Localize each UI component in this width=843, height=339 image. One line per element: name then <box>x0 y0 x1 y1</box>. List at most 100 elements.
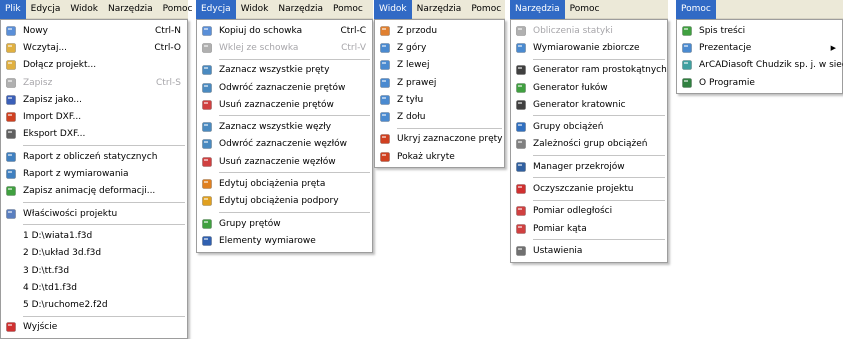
menu-item-label: Kopiuj do schowka <box>219 25 303 36</box>
menu-item-generator-lukow[interactable]: Generator łuków <box>511 79 667 96</box>
menubar-item-edycja[interactable]: Edycja <box>26 0 66 19</box>
menu-item-odwroc-zaznaczenie-pretow[interactable]: Odwróć zaznaczenie prętów <box>197 79 372 96</box>
menu-item-label: Właściwości projektu <box>23 208 118 219</box>
menu-item-eksport-dxf[interactable]: Eksport DXF... <box>1 126 187 143</box>
menu-item-z-tylu[interactable]: Z tyłu <box>375 91 504 108</box>
menubar-item-pomoc[interactable]: Pomoc <box>565 0 605 19</box>
menu-item-label: Zaznacz wszystkie pręty <box>219 65 330 76</box>
bar-load-icon <box>200 178 213 191</box>
menu-item-dolacz-projekt[interactable]: Dołącz projekt... <box>1 57 187 74</box>
menu-item-label: Z dołu <box>397 112 426 123</box>
menu-item-pomiar-odleglosci[interactable]: Pomiar odległości <box>511 203 667 220</box>
menu-item-spis-tresci[interactable]: Spis treści <box>677 22 842 39</box>
menu-item-label: Wklej ze schowka <box>219 42 299 53</box>
menu-item-label: Z lewej <box>397 60 430 71</box>
menubar-item-narzedzia[interactable]: Narzędzia <box>273 0 328 19</box>
menu-item-zaznacz-wszystkie-prety[interactable]: Zaznacz wszystkie pręty <box>197 62 372 79</box>
menu-item-usun-zaznaczenie-pretow[interactable]: Usuń zaznaczenie prętów <box>197 96 372 113</box>
save-icon <box>4 76 17 89</box>
menubar-item-pomoc[interactable]: Pomoc <box>676 0 716 19</box>
menu-item-label: Raport z wymiarowania <box>23 169 129 180</box>
menubar-item-pomoc[interactable]: Pomoc <box>328 0 368 19</box>
recent-file-4-d-td1-f3d[interactable]: 4 D:\td1.f3d <box>1 279 187 296</box>
menu-item-oczyszczanie-projektu[interactable]: Oczyszczanie projektu <box>511 180 667 197</box>
menu-item-label: Z góry <box>397 42 427 53</box>
animation-icon <box>4 185 17 198</box>
menu-item-nowy[interactable]: Nowy Ctrl-N <box>1 22 187 39</box>
menu-item-zaleznosci-grup-obciazen[interactable]: Zależności grup obciążeń <box>511 136 667 153</box>
menu-item-z-gory[interactable]: Z góry <box>375 39 504 56</box>
menu-item-raport-z-wymiarowania[interactable]: Raport z wymiarowania <box>1 165 187 182</box>
menubar-item-pomoc[interactable]: Pomoc <box>466 0 506 19</box>
menu-item-zaznacz-wszystkie-wezly[interactable]: Zaznacz wszystkie węzły <box>197 118 372 135</box>
menu-item-import-dxf[interactable]: Import DXF... <box>1 108 187 125</box>
menu-item-pokaz-ukryte[interactable]: Pokaż ukryte <box>375 148 504 165</box>
menu-item-pomiar-kata[interactable]: Pomiar kąta <box>511 220 667 237</box>
menubar-item-pomoc[interactable]: Pomoc <box>158 0 198 19</box>
menu-item-label: Zależności grup obciążeń <box>533 139 648 150</box>
menu-item-raport-z-obliczen-statycznych[interactable]: Raport z obliczeń statycznych <box>1 148 187 165</box>
menu-item-label: Usuń zaznaczenie węzłów <box>219 156 336 167</box>
menu-item-grupy-pretow[interactable]: Grupy prętów <box>197 215 372 232</box>
shortcut-text: Ctrl-V <box>341 42 366 53</box>
menu-item-label: Edytuj obciążenia pręta <box>219 179 326 190</box>
recent-file-2-d-uklad-3d-f3d[interactable]: 2 D:\układ 3d.f3d <box>1 245 187 262</box>
menu-item-label: Prezentacje <box>699 42 752 53</box>
menubar-item-widok[interactable]: Widok <box>374 0 412 19</box>
menu-item-z-dolu[interactable]: Z dołu <box>375 108 504 125</box>
cleanup-icon <box>514 183 527 196</box>
menu-item-elementy-wymiarowe[interactable]: Elementy wymiarowe <box>197 232 372 249</box>
menubar-item-edycja[interactable]: Edycja <box>196 0 236 19</box>
menu-item-label: Pomiar odległości <box>533 206 613 217</box>
menubar-item-narzedzia[interactable]: Narzędzia <box>510 0 565 19</box>
recent-file-5-d-ruchome2-f2d[interactable]: 5 D:\ruchome2.f2d <box>1 296 187 313</box>
view-front-icon <box>378 24 391 37</box>
menu-item-edytuj-obciazenia-preta[interactable]: Edytuj obciążenia pręta <box>197 175 372 192</box>
menu-item-ustawienia[interactable]: Ustawienia <box>511 242 667 259</box>
menu-item-usun-zaznaczenie-wezlow[interactable]: Usuń zaznaczenie węzłów <box>197 153 372 170</box>
menu-item-kopiuj-do-schowka[interactable]: Kopiuj do schowka Ctrl-C <box>197 22 372 39</box>
menu-item-z-przodu[interactable]: Z przodu <box>375 22 504 39</box>
menu-item-label: Edytuj obciążenia podpory <box>219 196 339 207</box>
menu-item-generator-ram-prostokatnych[interactable]: Generator ram prostokątnych <box>511 62 667 79</box>
menu-item-wyjscie[interactable]: Wyjście <box>1 319 187 336</box>
measure-distance-icon <box>514 205 527 218</box>
menu-separator <box>533 115 665 117</box>
menubar-item-plik[interactable]: Plik <box>0 0 26 19</box>
menubar-item-narzedzia[interactable]: Narzędzia <box>412 0 467 19</box>
recent-file-3-d-tt-f3d[interactable]: 3 D:\tt.f3d <box>1 262 187 279</box>
support-load-icon <box>200 195 213 208</box>
menu-item-wymiarowanie-zbiorcze[interactable]: Wymiarowanie zbiorcze <box>511 39 667 56</box>
exit-icon <box>4 321 17 334</box>
menu-item-label: Z tyłu <box>397 94 424 105</box>
menu-item-ukryj-zaznaczone-prety[interactable]: Ukryj zaznaczone pręty <box>375 131 504 148</box>
menu-item-label: Oczyszczanie projektu <box>533 184 634 195</box>
menu-item-wczytaj[interactable]: Wczytaj... Ctrl-O <box>1 39 187 56</box>
menu-item-label: Wyjście <box>23 322 58 333</box>
menu-item-z-prawej[interactable]: Z prawej <box>375 74 504 91</box>
menu-separator <box>533 177 665 179</box>
menu-item-edytuj-obciazenia-podpory[interactable]: Edytuj obciążenia podpory <box>197 193 372 210</box>
menu-item-wlasciwosci-projektu[interactable]: Właściwości projektu <box>1 205 187 222</box>
menu-item-o-programie[interactable]: O Programie <box>677 74 842 91</box>
menubar-item-widok[interactable]: Widok <box>65 0 103 19</box>
menu-item-z-lewej[interactable]: Z lewej <box>375 57 504 74</box>
menu-item-odwroc-zaznaczenie-wezlow[interactable]: Odwróć zaznaczenie węzłów <box>197 136 372 153</box>
menubar-item-widok[interactable]: Widok <box>236 0 274 19</box>
recent-file-1-d-wiata1-f3d[interactable]: 1 D:\wiata1.f3d <box>1 227 187 244</box>
menu-item-label: Pomiar kąta <box>533 223 587 234</box>
about-icon <box>680 76 693 89</box>
menu-item-grupy-obciazen[interactable]: Grupy obciążeń <box>511 118 667 135</box>
menu-item-manager-przekrojow[interactable]: Manager przekrojów <box>511 158 667 175</box>
hide-bars-icon <box>378 133 391 146</box>
menu-item-zapisz-jako[interactable]: Zapisz jako... <box>1 91 187 108</box>
menu-item-generator-kratownic[interactable]: Generator kratownic <box>511 96 667 113</box>
menu-item-label: 1 D:\wiata1.f3d <box>23 230 93 241</box>
menu-item-zapisz-animacje-deformacji[interactable]: Zapisz animację deformacji... <box>1 183 187 200</box>
export-dxf-icon <box>4 128 17 141</box>
menu-item-prezentacje[interactable]: Prezentacje ▶ <box>677 39 842 56</box>
web-icon <box>680 59 693 72</box>
menu-item-arcadiasoft-chudzik-sp-j-w-sieci[interactable]: ArCADiasoft Chudzik sp. j. w sieci <box>677 57 843 74</box>
menu-item-label: Odwróć zaznaczenie prętów <box>219 82 346 93</box>
menubar-item-narzedzia[interactable]: Narzędzia <box>103 0 158 19</box>
